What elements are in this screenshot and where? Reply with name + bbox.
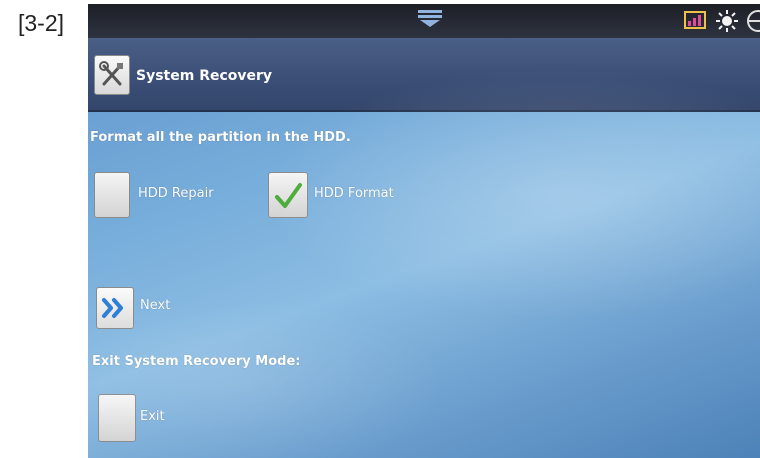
notification-handle-icon[interactable] <box>418 10 442 28</box>
globe-icon <box>746 10 760 32</box>
tools-icon <box>94 55 130 95</box>
hdd-repair-checkbox[interactable] <box>94 172 130 218</box>
hdd-repair-label: HDD Repair <box>138 186 214 201</box>
exit-label: Exit <box>140 409 165 424</box>
instruction-text: Format all the partition in the HDD. <box>90 130 351 145</box>
signal-bars-icon <box>684 10 708 32</box>
brightness-icon <box>716 10 738 32</box>
status-bar <box>88 4 760 38</box>
device-screen: System Recovery Format all the partition… <box>88 4 760 458</box>
hdd-format-label: HDD Format <box>314 186 394 201</box>
status-icons <box>684 10 760 32</box>
next-button[interactable] <box>96 287 134 329</box>
exit-heading: Exit System Recovery Mode: <box>92 354 301 369</box>
title-bar: System Recovery <box>88 38 760 112</box>
page-title: System Recovery <box>136 68 273 84</box>
exit-button[interactable] <box>98 394 136 442</box>
checkmark-icon <box>275 183 302 208</box>
figure-label: [3-2] <box>18 10 65 36</box>
hdd-format-checkbox[interactable] <box>268 172 308 218</box>
next-label: Next <box>140 298 171 313</box>
double-chevron-right-icon <box>102 298 123 318</box>
